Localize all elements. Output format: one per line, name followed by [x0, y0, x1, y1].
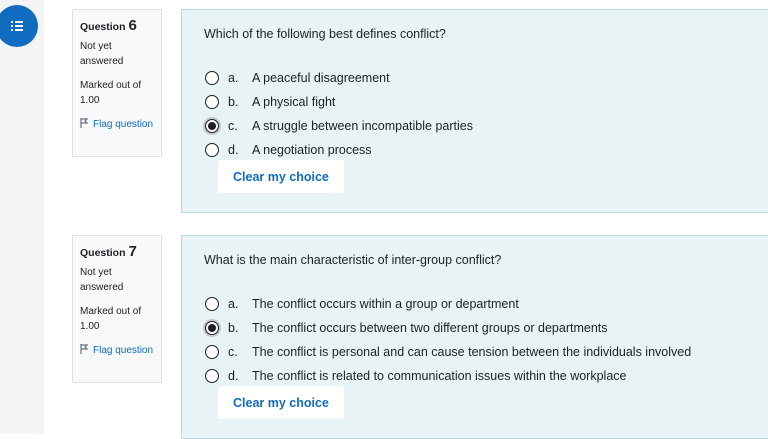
answer-text: The conflict is personal and can cause t…	[252, 345, 692, 359]
answer-text: A struggle between incompatible parties	[252, 119, 473, 133]
answer-text: A physical fight	[252, 95, 336, 109]
question-info-7: Question 7 Not yet answered Marked out o…	[72, 235, 162, 383]
question-content-7: What is the main characteristic of inter…	[181, 235, 768, 439]
flag-question-link[interactable]: Flag question	[80, 117, 155, 132]
answer-text: The conflict occurs between two differen…	[252, 321, 608, 335]
question-text: Which of the following best defines conf…	[204, 27, 446, 41]
flag-icon	[80, 344, 89, 354]
clear-choice-button[interactable]: Clear my choice	[218, 386, 344, 419]
radio-button[interactable]	[205, 369, 219, 383]
question-text: What is the main characteristic of inter…	[204, 253, 502, 267]
radio-button[interactable]	[205, 345, 219, 359]
question-content-6: Which of the following best defines conf…	[181, 9, 768, 213]
answer-text: A negotiation process	[252, 143, 372, 157]
answer-option-a[interactable]: a. The conflict occurs within a group or…	[205, 292, 519, 316]
answer-option-c[interactable]: c. A struggle between incompatible parti…	[205, 114, 473, 138]
flag-icon	[80, 118, 89, 128]
question-grade: Marked out of 1.00	[80, 80, 142, 106]
question-state: Not yet answered	[80, 267, 124, 293]
flag-question-link[interactable]: Flag question	[80, 343, 155, 358]
question-number: Question 6	[80, 17, 137, 34]
answer-option-d[interactable]: d. The conflict is related to communicat…	[205, 364, 626, 388]
radio-button[interactable]	[205, 95, 219, 109]
clear-choice-button[interactable]: Clear my choice	[218, 160, 344, 193]
question-number: Question 7	[80, 243, 137, 260]
answer-option-c[interactable]: c. The conflict is personal and can caus…	[205, 340, 691, 364]
answer-option-b[interactable]: b. The conflict occurs between two diffe…	[205, 316, 608, 340]
question-state: Not yet answered	[80, 41, 124, 67]
radio-button[interactable]	[205, 143, 219, 157]
answer-option-d[interactable]: d. A negotiation process	[205, 138, 372, 162]
radio-button-selected[interactable]	[205, 119, 219, 133]
hamburger-menu-icon	[11, 21, 23, 31]
answer-option-a[interactable]: a. A peaceful disagreement	[205, 66, 390, 90]
answer-text: The conflict is related to communication…	[252, 369, 627, 383]
question-info-6: Question 6 Not yet answered Marked out o…	[72, 9, 162, 157]
question-grade: Marked out of 1.00	[80, 306, 142, 332]
radio-button-selected[interactable]	[205, 321, 219, 335]
radio-button[interactable]	[205, 71, 219, 85]
answer-text: The conflict occurs within a group or de…	[252, 297, 519, 311]
answer-text: A peaceful disagreement	[252, 71, 390, 85]
radio-button[interactable]	[205, 297, 219, 311]
answer-option-b[interactable]: b. A physical fight	[205, 90, 335, 114]
left-drawer-strip	[0, 0, 44, 434]
